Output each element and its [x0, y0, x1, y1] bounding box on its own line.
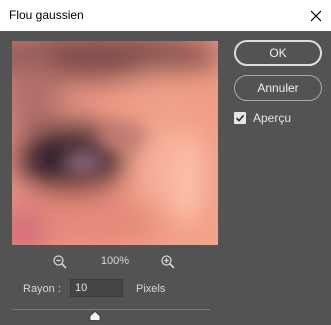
zoom-in-icon[interactable] — [160, 254, 176, 270]
close-button[interactable] — [300, 0, 331, 31]
zoom-level-readout: 100% — [100, 255, 130, 267]
radius-slider-track[interactable] — [12, 309, 210, 310]
checkmark-icon — [235, 114, 245, 122]
preview-checkbox-row[interactable]: Aperçu — [234, 111, 291, 125]
radius-label: Rayon : — [23, 283, 61, 295]
cancel-button[interactable]: Annuler — [234, 75, 322, 101]
preview-checkbox-label: Aperçu — [253, 111, 292, 125]
preview-image[interactable] — [12, 41, 218, 245]
zoom-out-icon[interactable] — [52, 254, 68, 270]
preview-checkbox[interactable] — [234, 112, 246, 124]
title-bar: Flou gaussien — [0, 0, 331, 31]
window-title: Flou gaussien — [9, 8, 84, 22]
zoom-controls: 100% — [12, 252, 218, 272]
close-icon — [310, 10, 321, 21]
radius-input[interactable] — [70, 279, 123, 297]
radius-slider-thumb[interactable] — [89, 311, 101, 321]
radius-unit-label: Pixels — [136, 283, 166, 295]
ok-button[interactable]: OK — [234, 40, 322, 66]
